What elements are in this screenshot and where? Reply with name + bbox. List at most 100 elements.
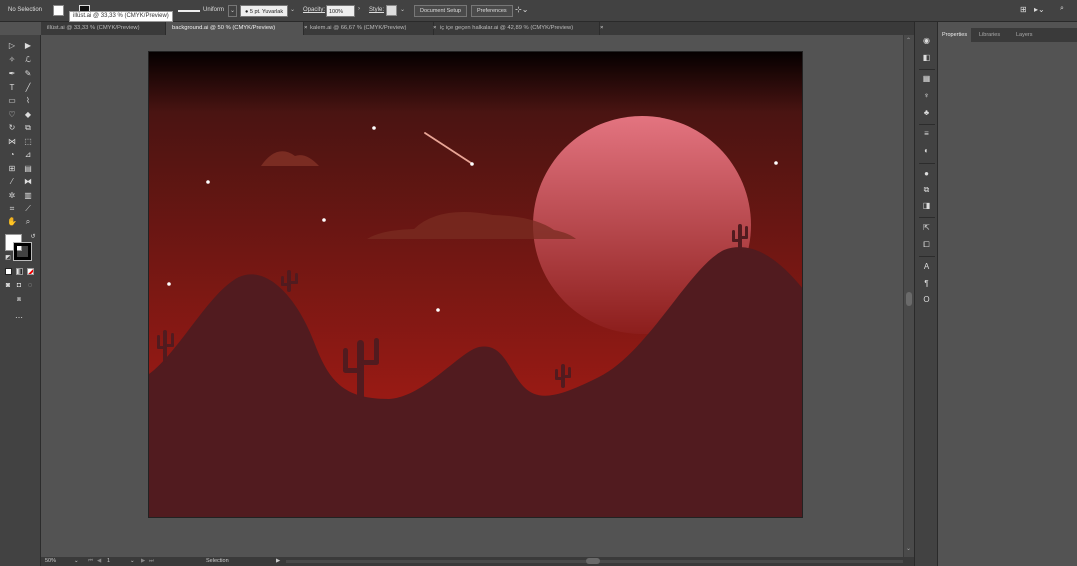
desert-illustration — [149, 52, 802, 517]
first-artboard-icon[interactable]: ⏮ — [88, 558, 93, 565]
color-mode-icon[interactable] — [5, 268, 12, 275]
tab-background[interactable]: background.ai @ 50 % (CMYK/Preview) × — [166, 22, 307, 35]
edit-toolbar-icon[interactable]: ⋯ — [14, 313, 24, 323]
stroke-profile[interactable]: Uniform — [203, 7, 224, 13]
status-bar: 50% ⌄ ⏮ ◀ 1 ⌄ ▶ ⏭ Selection ▶ — [41, 557, 914, 566]
swap-colors-icon[interactable]: ↺ — [28, 232, 38, 242]
column-graph-tool-icon[interactable]: ▥ — [23, 191, 33, 201]
document-setup-button[interactable]: Document Setup — [414, 5, 467, 17]
color-icon[interactable]: ◧ — [921, 52, 932, 63]
brushes-icon[interactable]: ♆ — [921, 90, 932, 101]
previous-artboard-icon[interactable]: ◀ — [97, 558, 101, 564]
tab-layers[interactable]: Layers — [1012, 28, 1037, 42]
blend-tool-icon[interactable]: ⧓ — [23, 177, 33, 187]
opentype-icon[interactable]: O — [921, 294, 932, 305]
graphic-styles-icon[interactable]: ● — [921, 168, 932, 179]
eraser-tool-icon[interactable]: ◆ — [23, 110, 33, 120]
arrange-documents-icon[interactable]: ⊹⌄ — [515, 5, 528, 14]
hand-tool-icon[interactable]: ✋ — [7, 217, 17, 227]
symbols-icon[interactable]: ♣ — [921, 107, 932, 118]
stroke-panel-icon[interactable]: ≡ — [921, 128, 932, 139]
chevron-right-icon[interactable]: › — [358, 6, 360, 12]
workspace-switcher-icon[interactable]: ▸⌄ — [1034, 5, 1045, 14]
panel-tabs: Properties Libraries Layers — [938, 28, 1077, 42]
style-swatch[interactable] — [386, 5, 397, 16]
horizontal-scrollbar-thumb[interactable] — [586, 558, 600, 564]
type-tool-icon[interactable]: T — [7, 83, 17, 93]
draw-normal-icon[interactable]: ◙ — [3, 281, 13, 291]
perspective-grid-tool-icon[interactable]: ⊿ — [23, 150, 33, 160]
tab-kalem[interactable]: kalem.ai @ 66,67 % (CMYK/Preview) × — [304, 22, 436, 35]
style-dropdown-icon[interactable]: ⌄ — [400, 6, 405, 13]
status-menu-icon[interactable]: ▶ — [276, 558, 280, 564]
opacity-input[interactable]: 100% — [326, 5, 355, 17]
gradient-mode-icon[interactable] — [16, 268, 23, 275]
scale-tool-icon[interactable]: ⧉ — [23, 123, 33, 133]
free-transform-tool-icon[interactable]: ⬚ — [23, 137, 33, 147]
rectangle-tool-icon[interactable]: ▭ — [7, 96, 17, 106]
character-icon[interactable]: A — [921, 261, 932, 272]
vertical-scrollbar[interactable]: ⌃ ⌄ — [903, 35, 914, 557]
default-colors-icon[interactable]: ◩ — [3, 253, 13, 263]
gradient-tool-icon[interactable]: ▤ — [23, 164, 33, 174]
direct-selection-tool-icon[interactable]: ▶ — [23, 41, 33, 51]
asset-export-icon[interactable]: ⇱ — [921, 222, 932, 233]
gradient-panel-icon[interactable]: ◨ — [921, 200, 932, 211]
zoom-dropdown-icon[interactable]: ⌄ — [74, 558, 79, 564]
next-artboard-icon[interactable]: ▶ — [141, 558, 145, 564]
stroke-line-icon — [178, 10, 200, 12]
tab-illust[interactable]: illüst.ai @ 33,33 % (CMYK/Preview)× — [41, 22, 169, 35]
stroke-color-icon[interactable] — [13, 242, 32, 261]
status-mode[interactable]: Selection — [206, 558, 229, 564]
lasso-tool-icon[interactable]: ℒ — [23, 55, 33, 65]
scrollbar-thumb[interactable] — [906, 292, 912, 306]
pen-tool-icon[interactable]: ✒ — [7, 69, 17, 79]
tab-properties[interactable]: Properties — [938, 28, 972, 42]
paragraph-icon[interactable]: ¶ — [921, 278, 932, 289]
close-icon[interactable]: × — [600, 22, 603, 35]
tab-libraries[interactable]: Libraries — [975, 28, 1004, 42]
appearance-icon[interactable]: ◐ — [921, 145, 932, 156]
star — [774, 161, 778, 165]
workspace-layout-icon[interactable]: ⊞ — [1020, 5, 1027, 14]
width-tool-icon[interactable]: ⋈ — [7, 137, 17, 147]
mesh-tool-icon[interactable]: ⊞ — [7, 164, 17, 174]
tab-ic-ice-gecen-halkalar[interactable]: iç içe geçen halkalar.ai @ 42,89 % (CMYK… — [434, 22, 603, 35]
last-artboard-icon[interactable]: ⏭ — [149, 558, 154, 565]
curvature-tool-icon[interactable]: ✎ — [23, 69, 33, 79]
magic-wand-tool-icon[interactable]: ✧ — [7, 55, 17, 65]
eyedropper-tool-icon[interactable]: ⁄ — [7, 177, 17, 187]
shape-builder-tool-icon[interactable]: ◔ — [7, 150, 17, 160]
artboard-number[interactable]: 1 — [107, 558, 110, 564]
swatches-icon[interactable]: ▦ — [921, 73, 932, 84]
color-guide-icon[interactable]: ◉ — [921, 35, 932, 46]
scroll-up-icon[interactable]: ⌃ — [906, 37, 911, 44]
screen-mode-icon[interactable]: ⧈ — [14, 295, 24, 305]
preferences-button[interactable]: Preferences — [471, 5, 513, 17]
stroke-profile-dropdown-icon[interactable]: ⌄ — [228, 5, 237, 17]
draw-behind-icon[interactable]: ◘ — [14, 281, 24, 291]
brush-definition[interactable]: ● 5 pt. Yuvarlak — [240, 5, 289, 17]
artboard-tool-icon[interactable]: ⌗ — [7, 204, 17, 214]
none-mode-icon[interactable] — [27, 268, 34, 275]
draw-inside-icon[interactable]: ◌ — [25, 281, 35, 291]
artboard-dropdown-icon[interactable]: ⌄ — [130, 558, 135, 564]
shaper-tool-icon[interactable]: ♡ — [7, 110, 17, 120]
layers-icon[interactable]: ⧉ — [921, 184, 932, 195]
search-icon[interactable]: ⌕ — [1060, 5, 1064, 13]
paintbrush-tool-icon[interactable]: ⌇ — [23, 96, 33, 106]
symbol-sprayer-tool-icon[interactable]: ✲ — [7, 191, 17, 201]
artboard[interactable] — [148, 51, 803, 518]
selection-tool-icon[interactable]: ▷ — [7, 41, 17, 51]
brush-dropdown-icon[interactable]: ⌄ — [290, 5, 298, 17]
zoom-tool-icon[interactable]: ⌕ — [23, 217, 33, 227]
line-tool-icon[interactable]: ╱ — [23, 83, 33, 93]
document-tabs: illüst.ai @ 33,33 % (CMYK/Preview)× back… — [41, 22, 914, 35]
rotate-tool-icon[interactable]: ↻ — [7, 123, 17, 133]
divider — [919, 256, 935, 257]
slice-tool-icon[interactable]: ⟋ — [23, 204, 33, 214]
zoom-level[interactable]: 50% — [45, 558, 56, 564]
fill-swatch[interactable] — [53, 5, 64, 16]
artboards-icon[interactable]: ⧠ — [921, 239, 932, 250]
scroll-down-icon[interactable]: ⌄ — [906, 545, 911, 552]
